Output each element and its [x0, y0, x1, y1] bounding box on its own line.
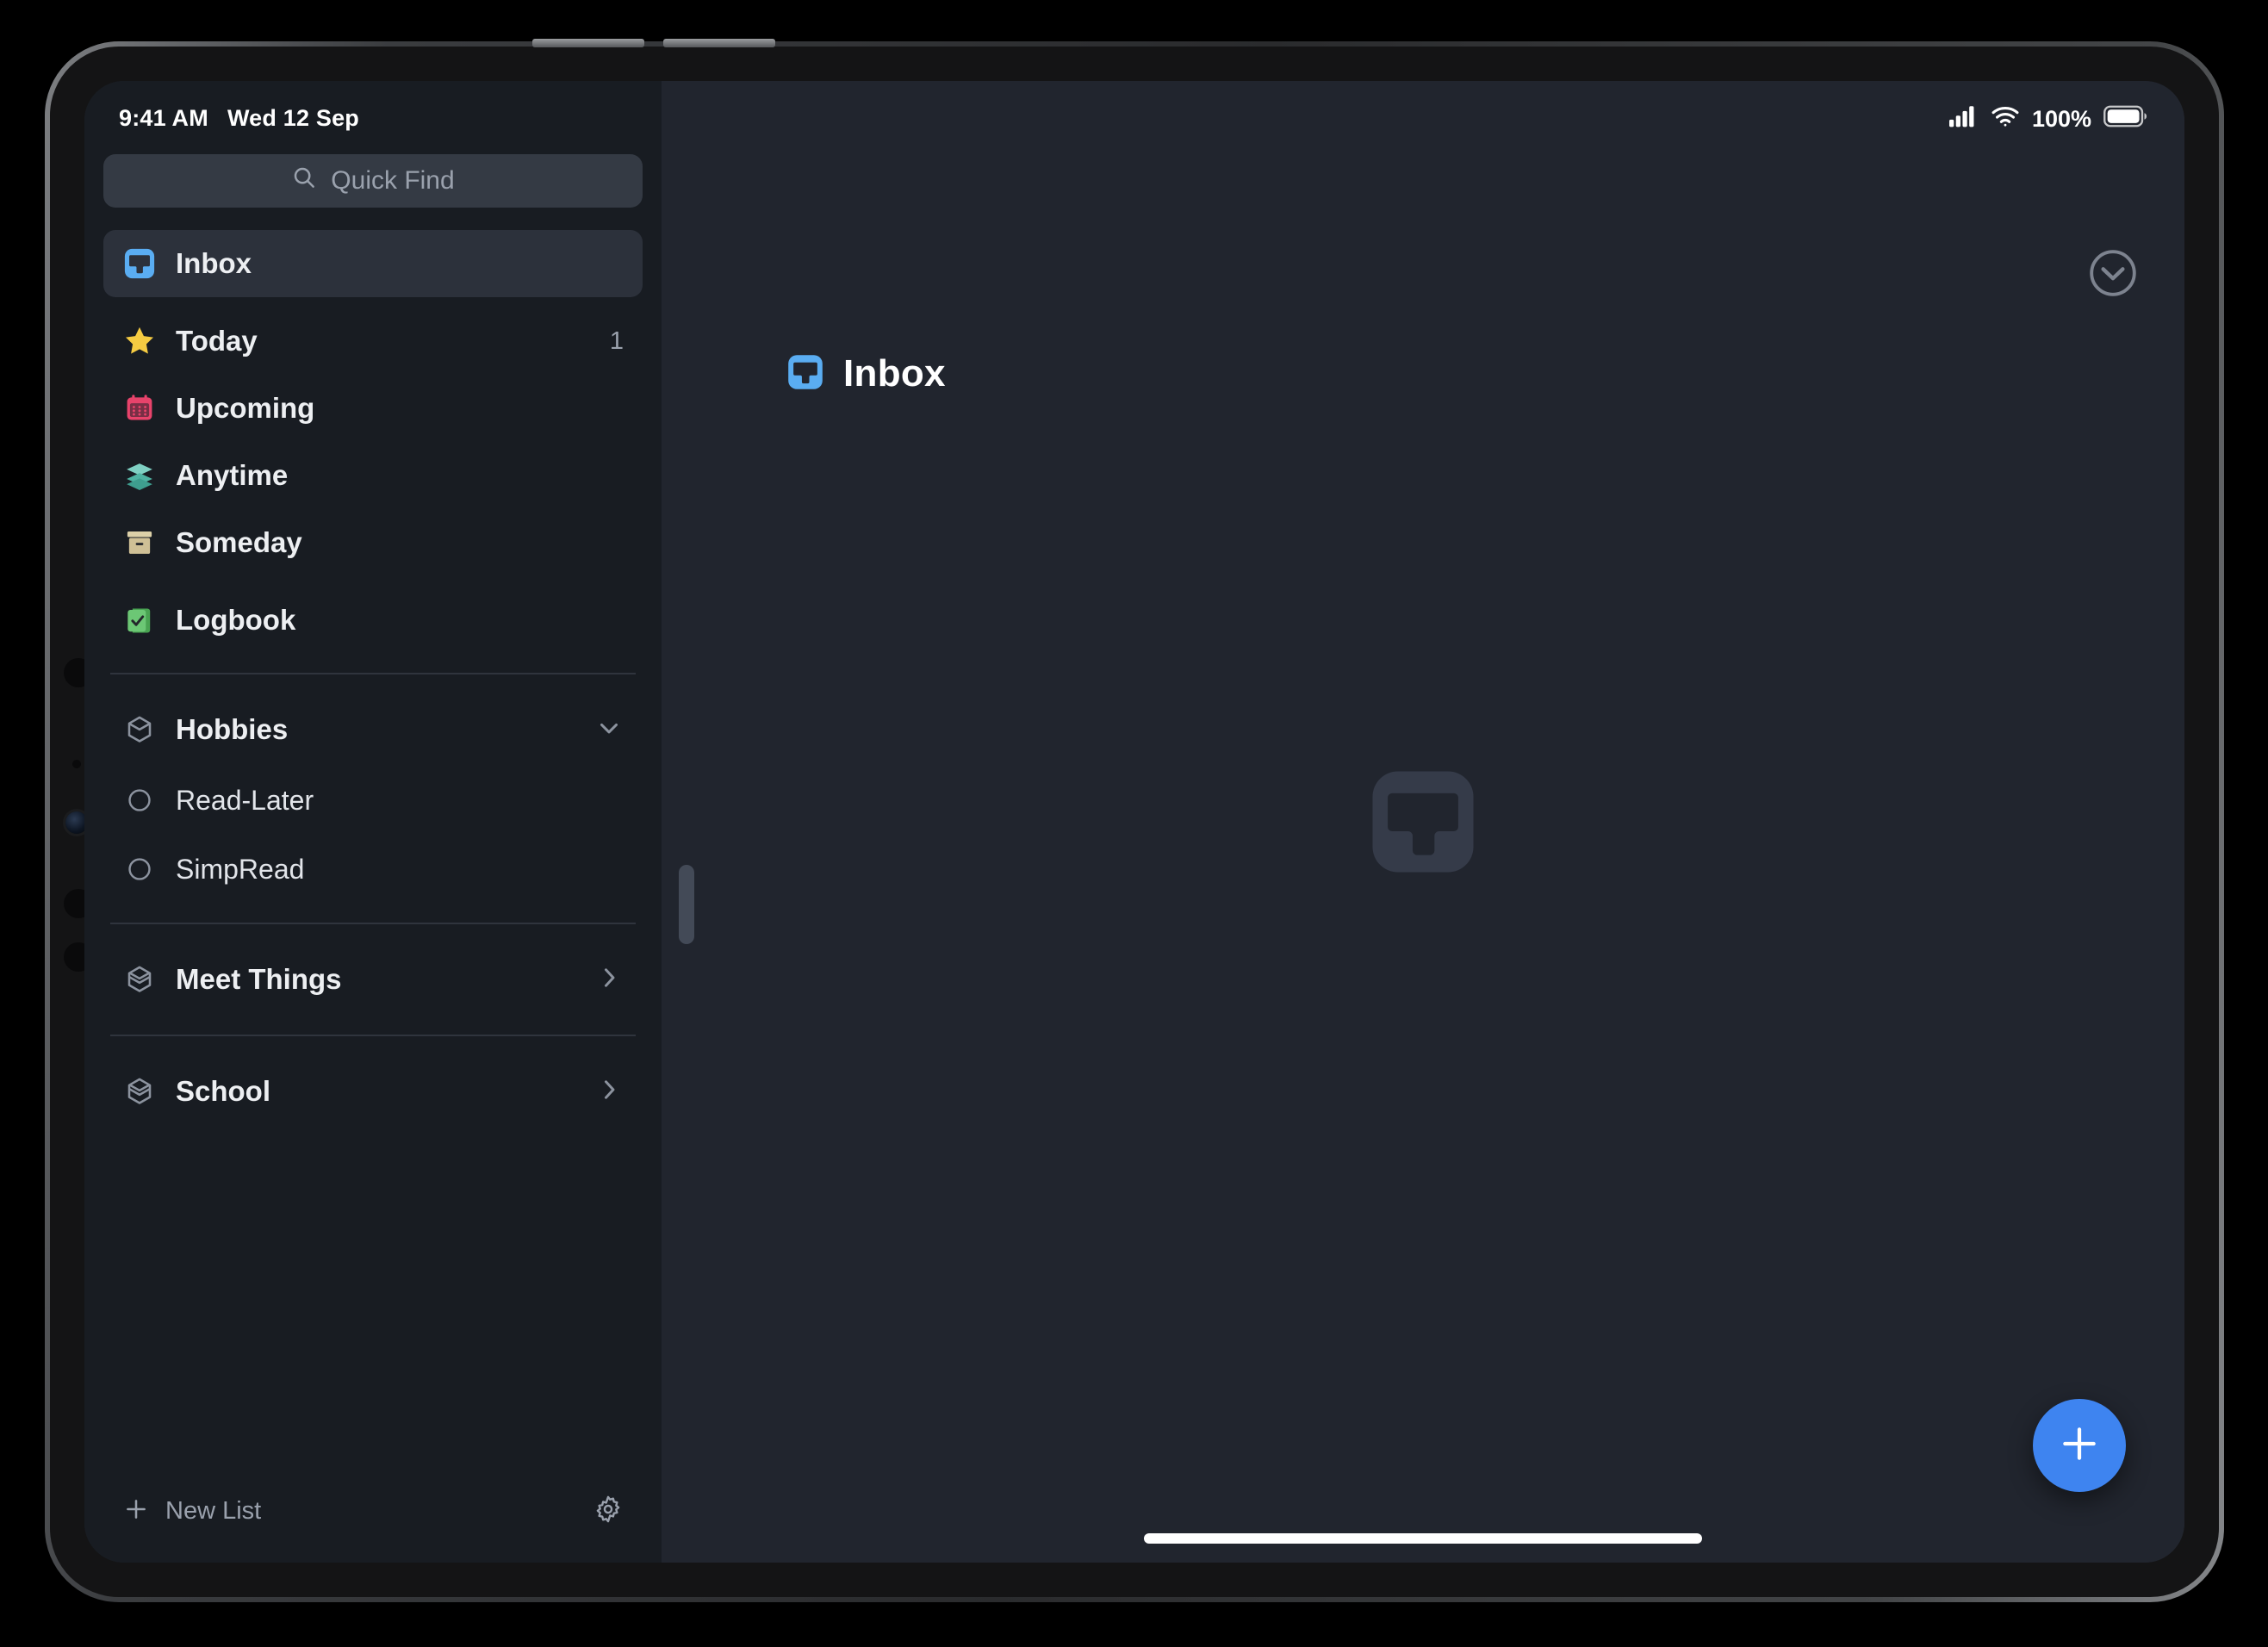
sidebar-item-label: Inbox	[176, 247, 252, 279]
sidebar-item-label: Anytime	[176, 459, 289, 491]
new-list-button[interactable]: New List	[165, 1497, 261, 1526]
chevron-right-icon[interactable]	[594, 963, 624, 997]
status-bar-left: 9:41 AM Wed 12 Sep	[84, 81, 662, 132]
inbox-icon	[122, 246, 157, 281]
search-placeholder: Quick Find	[331, 166, 455, 195]
battery-percent-label: 100%	[2031, 106, 2091, 132]
logbook-icon	[122, 603, 157, 637]
archive-box-icon	[122, 525, 157, 560]
plus-icon	[2056, 1420, 2103, 1471]
chevron-down-icon[interactable]	[594, 713, 624, 747]
divider	[110, 1035, 636, 1036]
home-indicator	[1144, 1533, 1702, 1544]
tablet-screen: 9:41 AM Wed 12 Sep Quick Find Inbox Toda…	[84, 81, 2184, 1563]
search-icon	[291, 165, 317, 197]
volume-down-button[interactable]	[663, 39, 775, 47]
sidebar-footer: New List	[84, 1459, 662, 1563]
star-icon	[122, 324, 157, 358]
sidebar-item-label: Today	[176, 325, 258, 357]
page-title: Inbox	[843, 352, 946, 395]
project-circle-icon	[122, 852, 157, 886]
status-bar-date: Wed 12 Sep	[227, 105, 359, 131]
sidebar-nav-list: Inbox Today 1 Upcoming Anytime Someday L…	[84, 208, 662, 1459]
status-bar-time: 9:41 AM	[119, 105, 208, 131]
sidebar-item-count: 1	[609, 326, 624, 355]
sidebar-project-simpread[interactable]: SimpRead	[103, 835, 643, 904]
sidebar: 9:41 AM Wed 12 Sep Quick Find Inbox Toda…	[84, 81, 662, 1563]
sidebar-item-label: Upcoming	[176, 392, 315, 424]
project-circle-icon	[122, 783, 157, 817]
sidebar-project-label: SimpRead	[176, 853, 305, 885]
split-view-resize-handle[interactable]	[679, 865, 694, 944]
search-input[interactable]: Quick Find	[103, 154, 643, 208]
wifi-icon	[1991, 105, 2020, 134]
sidebar-area-school[interactable]: School	[103, 1055, 643, 1128]
sidebar-item-label: Logbook	[176, 604, 296, 636]
area-cube-icon	[122, 712, 157, 747]
battery-full-icon	[2103, 105, 2147, 134]
sidebar-item-anytime[interactable]: Anytime	[103, 442, 643, 509]
volume-up-button[interactable]	[532, 39, 644, 47]
sidebar-item-inbox[interactable]: Inbox	[103, 230, 643, 297]
sidebar-item-someday[interactable]: Someday	[103, 509, 643, 576]
sidebar-item-today[interactable]: Today 1	[103, 308, 643, 375]
sidebar-area-label: Meet Things	[176, 963, 342, 995]
sidebar-item-label: Someday	[176, 526, 302, 558]
sidebar-area-meet-things[interactable]: Meet Things	[103, 943, 643, 1016]
gear-icon[interactable]	[593, 1494, 624, 1529]
page-title-row: Inbox	[786, 352, 946, 395]
plus-icon	[122, 1495, 150, 1527]
inbox-icon	[786, 353, 824, 395]
divider	[110, 923, 636, 924]
area-cube-icon	[122, 1074, 157, 1109]
sidebar-item-upcoming[interactable]: Upcoming	[103, 375, 643, 442]
chevron-right-icon[interactable]	[594, 1075, 624, 1109]
add-item-button[interactable]	[2033, 1399, 2126, 1492]
inbox-watermark-icon	[1367, 766, 1479, 878]
area-cube-icon	[122, 962, 157, 997]
cellular-bars-icon	[1948, 105, 1979, 134]
content-pane: 100% Inbox	[662, 81, 2184, 1563]
status-bar-right: 100%	[1948, 105, 2147, 134]
sidebar-area-label: School	[176, 1075, 271, 1107]
sidebar-area-hobbies[interactable]: Hobbies	[103, 693, 643, 766]
tablet-device-frame: 9:41 AM Wed 12 Sep Quick Find Inbox Toda…	[45, 39, 2224, 1602]
layers-icon	[122, 458, 157, 493]
sidebar-project-read-later[interactable]: Read-Later	[103, 766, 643, 835]
sidebar-area-label: Hobbies	[176, 713, 289, 745]
chevron-down-circle-icon[interactable]	[2086, 246, 2140, 300]
sidebar-item-logbook[interactable]: Logbook	[103, 587, 643, 654]
divider	[110, 673, 636, 674]
bezel-microphone-dot	[72, 760, 81, 768]
sidebar-project-label: Read-Later	[176, 784, 314, 816]
device-body: 9:41 AM Wed 12 Sep Quick Find Inbox Toda…	[50, 39, 2219, 1597]
calendar-icon	[122, 391, 157, 426]
